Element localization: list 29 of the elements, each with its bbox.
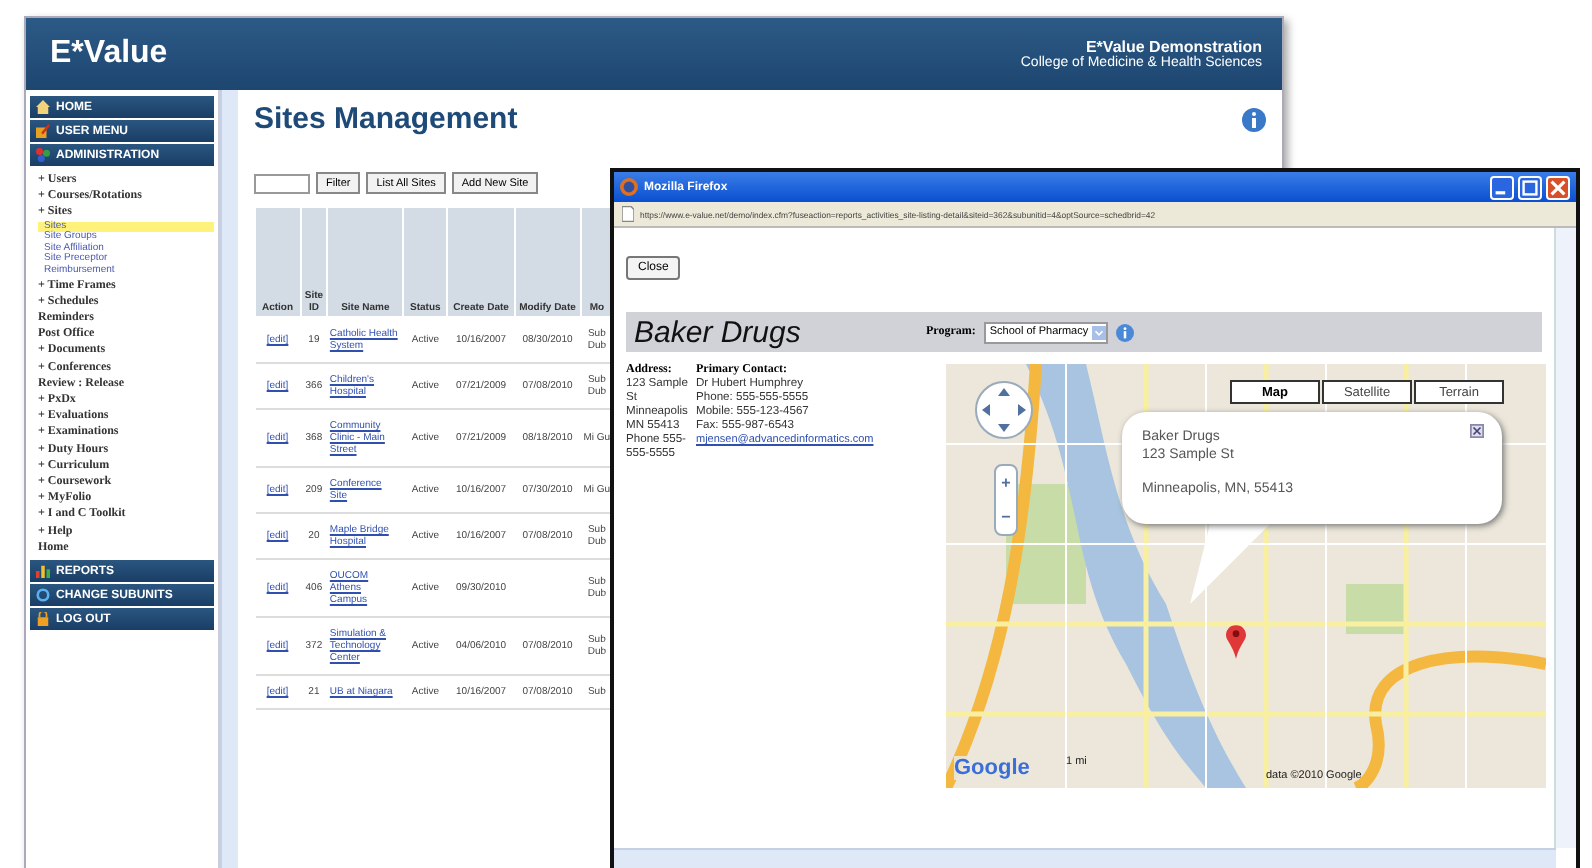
logo: E*Value bbox=[50, 36, 168, 72]
scrollbar[interactable] bbox=[614, 848, 1556, 868]
close-icon[interactable] bbox=[1470, 424, 1484, 438]
pan-control-icon[interactable] bbox=[974, 380, 1034, 440]
map-pin-icon bbox=[1226, 624, 1246, 660]
header-title: E*Value Demonstration bbox=[1085, 38, 1262, 56]
filter-field[interactable] bbox=[254, 173, 310, 193]
scrollbar[interactable] bbox=[1554, 228, 1576, 848]
help-icon[interactable] bbox=[1242, 107, 1266, 131]
page-icon bbox=[622, 206, 634, 222]
refresh-icon bbox=[36, 588, 50, 603]
house-icon bbox=[36, 100, 50, 114]
scrollbar[interactable] bbox=[220, 90, 238, 868]
shapes-icon bbox=[36, 148, 50, 162]
site-name: Baker Drugs bbox=[634, 315, 803, 349]
info-icon[interactable] bbox=[1116, 323, 1135, 341]
maximize-icon bbox=[1522, 179, 1538, 195]
maximize-button[interactable] bbox=[1518, 175, 1542, 199]
pencil-icon bbox=[36, 124, 50, 138]
chart-icon bbox=[36, 564, 50, 579]
close-icon bbox=[1550, 179, 1566, 195]
globe-icon bbox=[620, 178, 638, 196]
close-button[interactable] bbox=[1546, 175, 1570, 199]
map-logo: Google bbox=[954, 756, 1030, 780]
dropdown-arrow-icon bbox=[1092, 325, 1107, 339]
zoom-control[interactable]: + − bbox=[994, 464, 1018, 536]
lock-icon bbox=[36, 612, 50, 627]
minimize-button[interactable] bbox=[1490, 175, 1514, 199]
page-title: Sites Management bbox=[254, 102, 518, 136]
